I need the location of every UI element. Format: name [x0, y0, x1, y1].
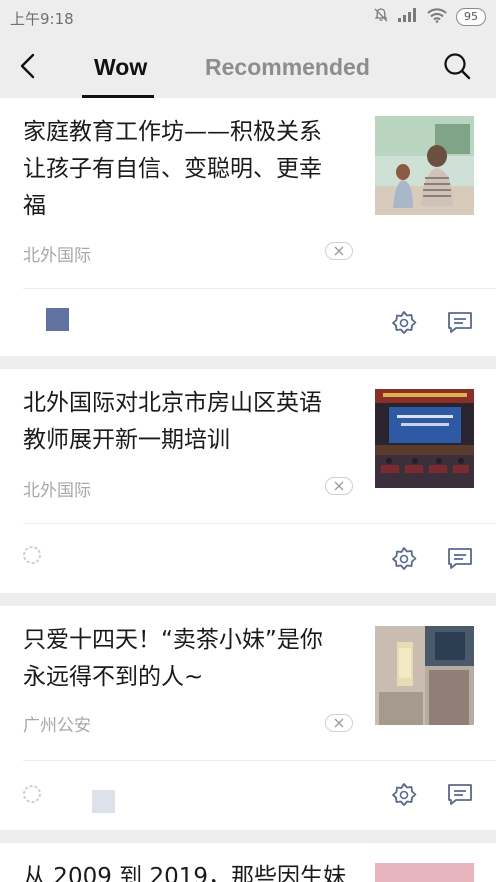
close-icon [334, 246, 344, 256]
battery-icon: 95 [456, 8, 486, 26]
back-button[interactable] [14, 50, 44, 82]
comment-icon [448, 548, 472, 569]
article-card[interactable]: 只爱十四天！“卖茶小妹”是你永远得不到的人~ 广州公安 [0, 606, 496, 830]
dismiss-button[interactable] [325, 714, 353, 732]
chevron-left-icon [20, 53, 35, 79]
comment-icon [448, 312, 472, 333]
signal-icon [398, 8, 418, 26]
loading-icon [23, 785, 41, 803]
card-divider [23, 760, 496, 761]
search-icon [444, 53, 471, 80]
comment-button[interactable] [447, 546, 473, 572]
thumbnail-image [375, 389, 474, 488]
status-bar: 上午9:18 95 [0, 0, 496, 36]
article-thumbnail[interactable] [375, 863, 474, 882]
thumbnail-image [375, 626, 474, 725]
article-title[interactable]: 北外国际对北京市房山区英语教师展开新一期培训 [23, 385, 343, 459]
thumbnail-image [375, 116, 474, 215]
wow-button[interactable] [391, 782, 417, 808]
article-source: 广州公安 [23, 716, 91, 736]
close-icon [334, 718, 344, 728]
wow-icon [392, 311, 417, 334]
status-icons: 95 [373, 7, 486, 27]
wow-button[interactable] [391, 546, 417, 572]
article-title[interactable]: 只爱十四天！“卖茶小妹”是你永远得不到的人~ [23, 622, 343, 696]
comment-icon [448, 784, 472, 805]
loading-icon [23, 546, 41, 564]
article-thumbnail[interactable] [375, 389, 474, 488]
status-time: 上午9:18 [10, 10, 74, 28]
tab-recommended[interactable]: Recommended [205, 54, 370, 81]
mute-icon [373, 7, 389, 27]
article-title[interactable]: 从 2009 到 2019，那些因生妹 [23, 857, 346, 882]
card-divider [23, 523, 496, 524]
article-source: 北外国际 [23, 246, 91, 266]
article-title[interactable]: 家庭教育工作坊——积极关系让孩子有自信、变聪明、更幸福 [23, 114, 343, 225]
comment-button[interactable] [447, 782, 473, 808]
wow-icon [392, 547, 417, 570]
article-source: 北外国际 [23, 481, 91, 501]
loading-avatar [46, 308, 69, 331]
article-thumbnail[interactable] [375, 116, 474, 215]
dismiss-button[interactable] [325, 242, 353, 260]
search-button[interactable] [442, 51, 472, 81]
article-card[interactable]: 家庭教育工作坊——积极关系让孩子有自信、变聪明、更幸福 北外国际 [0, 98, 496, 356]
comment-button[interactable] [447, 310, 473, 336]
article-card[interactable]: 北外国际对北京市房山区英语教师展开新一期培训 北外国际 [0, 369, 496, 593]
tab-wow[interactable]: Wow [94, 54, 147, 81]
close-icon [334, 481, 344, 491]
wifi-icon [427, 7, 447, 27]
wow-button[interactable] [391, 310, 417, 336]
loading-avatar [92, 790, 115, 813]
wow-icon [392, 783, 417, 806]
card-divider [23, 288, 496, 289]
article-thumbnail[interactable] [375, 626, 474, 725]
dismiss-button[interactable] [325, 477, 353, 495]
top-nav: Wow Recommended [0, 36, 496, 98]
article-card[interactable]: 从 2009 到 2019，那些因生妹 [0, 843, 496, 882]
